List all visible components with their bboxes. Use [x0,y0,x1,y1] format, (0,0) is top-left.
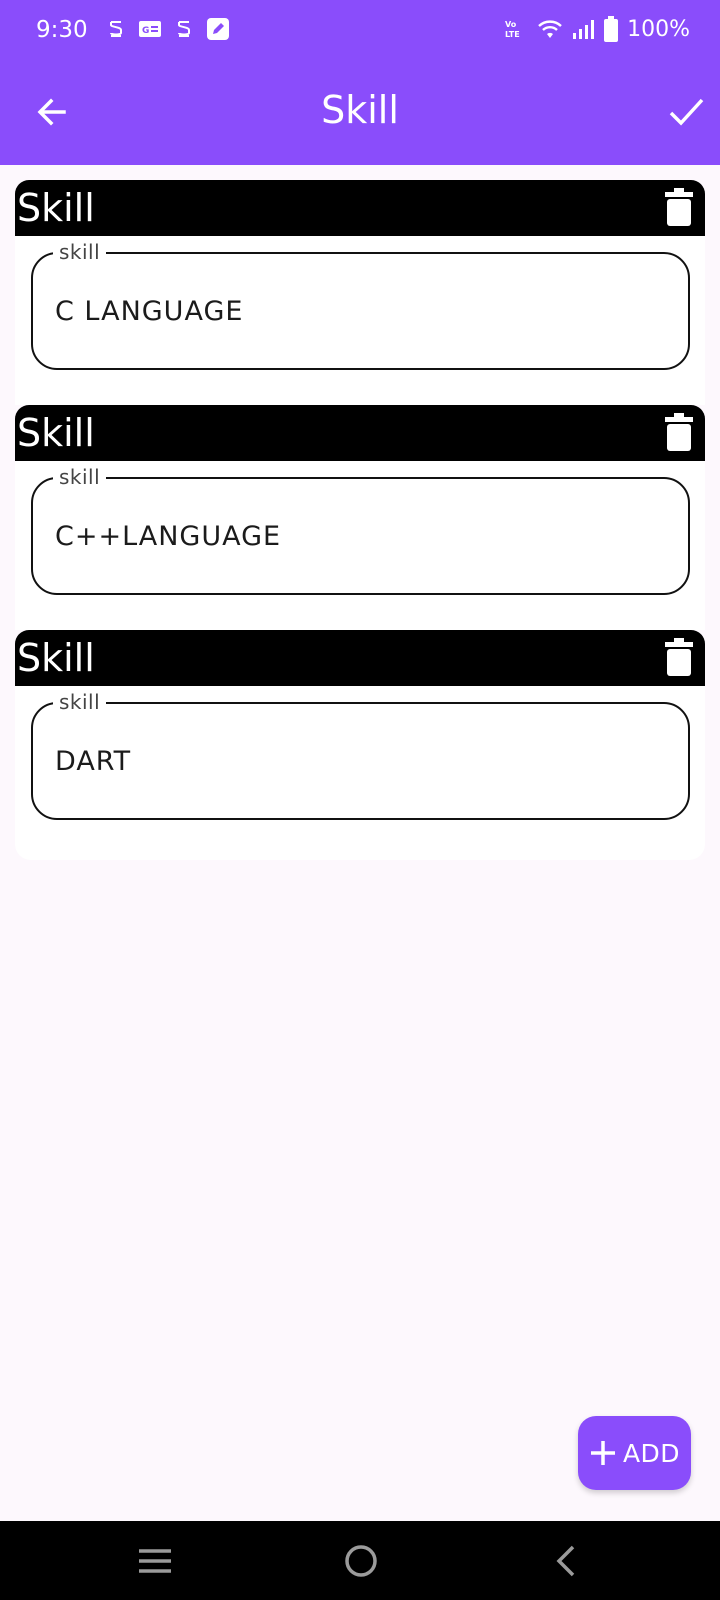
skill-input[interactable]: DART [55,746,655,777]
trash-icon[interactable] [665,638,693,676]
trash-icon[interactable] [665,413,693,451]
skill-field-label: skill [53,690,107,714]
status-bar: 9:30 G Vo LTE 100% [0,0,720,60]
plus-icon [590,1441,615,1465]
skill-input[interactable]: C++LANGUAGE [55,521,655,552]
menu-icon[interactable] [133,1539,177,1583]
skill-card-title: Skill [17,636,95,680]
add-button-label: ADD [622,1438,681,1468]
skill-card-header: Skill [15,180,705,236]
notification-icons: G [104,17,230,41]
pen-icon [207,18,229,40]
check-icon[interactable] [666,92,706,132]
id-card-icon: G [139,21,161,37]
skill-card-title: Skill [17,186,95,230]
s-icon [110,21,122,37]
skill-field-label: skill [53,240,107,264]
skill-field-label: skill [53,465,107,489]
svg-text:Vo: Vo [505,20,517,29]
trash-icon[interactable] [665,188,693,226]
battery-icon [604,16,619,42]
signal-icon [573,20,595,39]
back-icon[interactable] [545,1539,589,1583]
skill-input[interactable]: C LANGUAGE [55,296,655,327]
volte-icon: Vo LTE [505,20,520,39]
svg-text:G: G [142,26,149,36]
skill-field[interactable]: skill DART [31,690,690,820]
battery-percent: 100% [627,16,690,42]
add-skill-button[interactable]: ADD [578,1416,691,1490]
skill-card-title: Skill [17,411,95,455]
app-bar: Skill [0,60,720,165]
svg-text:LTE: LTE [505,30,520,39]
skill-card: Skill skill C LANGUAGE [15,180,705,405]
skill-card: Skill skill DART [15,630,705,860]
status-right-icons: Vo LTE 100% [505,16,690,42]
status-time: 9:30 [36,17,88,43]
skill-card-header: Skill [15,405,705,461]
page-title: Skill [321,88,399,132]
wifi-icon [538,20,562,38]
skill-field[interactable]: skill C LANGUAGE [31,240,690,370]
home-icon[interactable] [339,1539,383,1583]
skill-card-header: Skill [15,630,705,686]
skills-list: Skill skill C LANGUAGE Skill skill C++LA… [15,180,705,860]
system-nav-bar [0,1521,720,1600]
skill-card: Skill skill C++LANGUAGE [15,405,705,630]
s-icon [178,21,190,37]
skill-field[interactable]: skill C++LANGUAGE [31,465,690,595]
